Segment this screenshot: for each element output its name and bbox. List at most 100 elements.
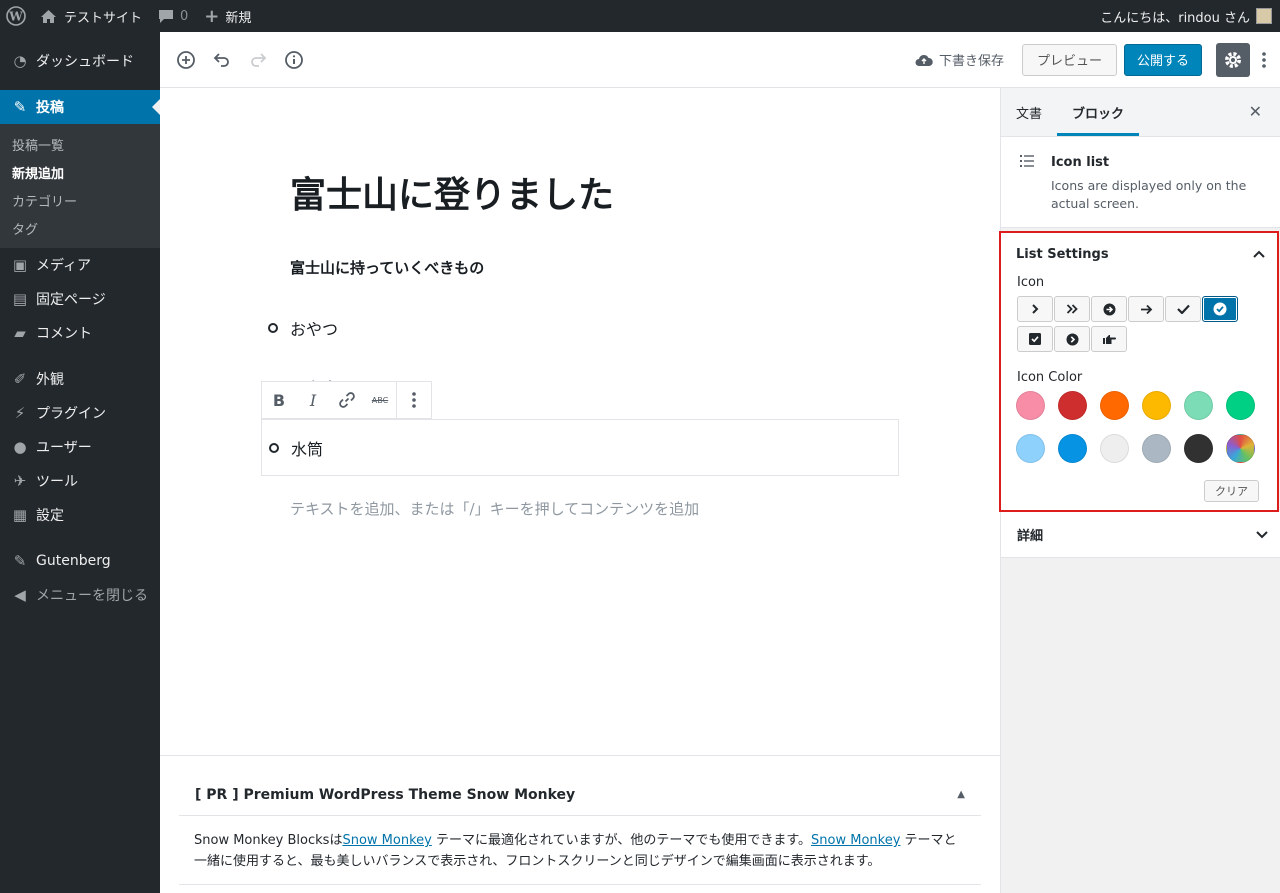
- color-swatch-light-gray[interactable]: [1100, 434, 1129, 463]
- menu-appearance[interactable]: ✐ 外観: [0, 362, 160, 396]
- menu-posts[interactable]: ✎ 投稿: [0, 90, 160, 124]
- icon-picker: [1017, 296, 1247, 356]
- chevron-up-icon: [1253, 246, 1265, 262]
- icon-color-label: Icon Color: [1017, 370, 1083, 385]
- custom-color-picker[interactable]: [1226, 434, 1255, 463]
- comments-link[interactable]: 0: [150, 0, 196, 32]
- block-name: Icon list: [1051, 155, 1110, 170]
- page-icon: ▤: [12, 290, 28, 308]
- user-icon: ●: [13, 438, 27, 456]
- info-button[interactable]: [276, 42, 312, 78]
- post-title[interactable]: 富士山に登りました: [290, 166, 614, 218]
- collapse-menu-button[interactable]: ◀ メニューを閉じる: [0, 578, 160, 612]
- comment-icon: ▰: [14, 324, 26, 342]
- menu-pages[interactable]: ▤ 固定ページ: [0, 282, 160, 316]
- redo-button[interactable]: [240, 42, 276, 78]
- heading-block[interactable]: 富士山に持っていくべきもの: [290, 257, 484, 278]
- circle-arrow-right-icon[interactable]: [1091, 296, 1127, 322]
- gear-icon: [1225, 51, 1241, 68]
- save-draft-label: 下書き保存: [938, 54, 1004, 69]
- list-icon: [1020, 155, 1034, 171]
- menu-tools[interactable]: ✈ ツール: [0, 464, 160, 498]
- pin-icon: ✎: [13, 98, 27, 116]
- editor-canvas: 富士山に登りました 富士山に持っていくべきもの おやつ お弁当 B I ABC …: [160, 88, 1000, 755]
- circle-chevron-right-icon[interactable]: [1054, 326, 1090, 352]
- undo-button[interactable]: [204, 42, 240, 78]
- metabox-body: Snow Monkey BlocksはSnow Monkey テーマに最適化され…: [179, 816, 981, 885]
- menu-comments[interactable]: ▰ コメント: [0, 316, 160, 350]
- color-swatch-blue[interactable]: [1058, 434, 1087, 463]
- plus-icon: +: [204, 5, 220, 27]
- color-swatch-red[interactable]: [1058, 391, 1087, 420]
- site-name-link[interactable]: テストサイト: [32, 0, 150, 32]
- menu-label: Gutenberg: [36, 553, 111, 569]
- list-item[interactable]: おやつ: [268, 316, 338, 340]
- color-swatch-light-blue[interactable]: [1016, 434, 1045, 463]
- publish-button[interactable]: 公開する: [1123, 43, 1202, 76]
- snow-monkey-link[interactable]: Snow Monkey: [811, 833, 900, 848]
- preview-button[interactable]: プレビュー: [1021, 43, 1117, 76]
- submenu-add-new[interactable]: 新規追加: [0, 158, 160, 186]
- snow-monkey-link[interactable]: Snow Monkey: [342, 833, 431, 848]
- chevron-right-icon[interactable]: [1017, 296, 1053, 322]
- menu-label: メディア: [36, 258, 92, 274]
- link-button[interactable]: [330, 382, 364, 418]
- info-icon: [285, 50, 303, 69]
- advanced-panel-header[interactable]: 詳細: [1001, 512, 1280, 558]
- menu-gutenberg[interactable]: ✎ Gutenberg: [0, 544, 160, 578]
- bold-button[interactable]: B: [262, 382, 296, 418]
- avatar: [1256, 8, 1272, 24]
- more-menu-button[interactable]: [1256, 51, 1272, 69]
- color-swatch-green[interactable]: [1226, 391, 1255, 420]
- new-content-link[interactable]: + 新規: [196, 0, 259, 32]
- close-icon[interactable]: ✕: [1249, 102, 1262, 121]
- color-swatch-amber[interactable]: [1142, 391, 1171, 420]
- default-block-appender[interactable]: テキストを追加、または「/」キーを押してコンテンツを追加: [290, 498, 699, 519]
- menu-users[interactable]: ● ユーザー: [0, 430, 160, 464]
- redo-icon: [251, 52, 267, 67]
- plugin-icon: ⚡: [14, 404, 26, 422]
- menu-media[interactable]: ▣ メディア: [0, 248, 160, 282]
- settings-button[interactable]: [1216, 42, 1250, 77]
- chevron-down-icon: [1256, 527, 1268, 543]
- hand-point-right-icon[interactable]: [1091, 326, 1127, 352]
- collapse-triangle-icon[interactable]: ▲: [957, 789, 965, 800]
- tab-block[interactable]: ブロック: [1057, 88, 1140, 136]
- strikethrough-button[interactable]: ABC: [364, 382, 396, 418]
- color-swatch-orange[interactable]: [1100, 391, 1129, 420]
- admin-menu: ◔ ダッシュボード ✎ 投稿 投稿一覧 新規追加 カテゴリー タグ ▣ メディア…: [0, 32, 160, 893]
- color-swatch-light-green[interactable]: [1184, 391, 1213, 420]
- check-square-icon[interactable]: [1017, 326, 1053, 352]
- tab-document[interactable]: 文書: [1001, 88, 1057, 136]
- color-swatch-pink[interactable]: [1016, 391, 1045, 420]
- block-more-button[interactable]: [397, 382, 431, 418]
- color-swatch-black[interactable]: [1184, 434, 1213, 463]
- submenu-all-posts[interactable]: 投稿一覧: [0, 130, 160, 158]
- arrow-right-icon[interactable]: [1128, 296, 1164, 322]
- submenu-categories[interactable]: カテゴリー: [0, 186, 160, 214]
- menu-plugins[interactable]: ⚡ プラグイン: [0, 396, 160, 430]
- selected-list-block[interactable]: 水筒: [261, 419, 899, 476]
- add-block-button[interactable]: [168, 42, 204, 78]
- wordpress-logo-icon[interactable]: W: [0, 0, 32, 32]
- menu-settings[interactable]: ▦ 設定: [0, 498, 160, 532]
- submenu-tags[interactable]: タグ: [0, 214, 160, 242]
- menu-label: 設定: [36, 508, 64, 524]
- list-item-text: 水筒: [291, 439, 324, 459]
- my-account-link[interactable]: こんにちは、rindou さん: [1092, 0, 1280, 32]
- collapse-icon: ◀: [14, 586, 26, 604]
- italic-button[interactable]: I: [296, 382, 330, 418]
- menu-dashboard[interactable]: ◔ ダッシュボード: [0, 44, 160, 78]
- check-icon[interactable]: [1165, 296, 1201, 322]
- list-settings-header[interactable]: List Settings: [1001, 233, 1277, 275]
- clear-button[interactable]: クリア: [1204, 480, 1259, 502]
- color-swatch-gray[interactable]: [1142, 434, 1171, 463]
- menu-label: プラグイン: [36, 406, 106, 422]
- undo-icon: [213, 52, 229, 67]
- check-circle-icon[interactable]: [1202, 296, 1238, 322]
- circle-bullet-icon: [269, 442, 279, 453]
- save-draft-button[interactable]: 下書き保存: [915, 50, 1004, 69]
- menu-label: コメント: [36, 326, 92, 342]
- double-chevron-right-icon[interactable]: [1054, 296, 1090, 322]
- metabox-header[interactable]: [ PR ] Premium WordPress Theme Snow Monk…: [179, 774, 981, 816]
